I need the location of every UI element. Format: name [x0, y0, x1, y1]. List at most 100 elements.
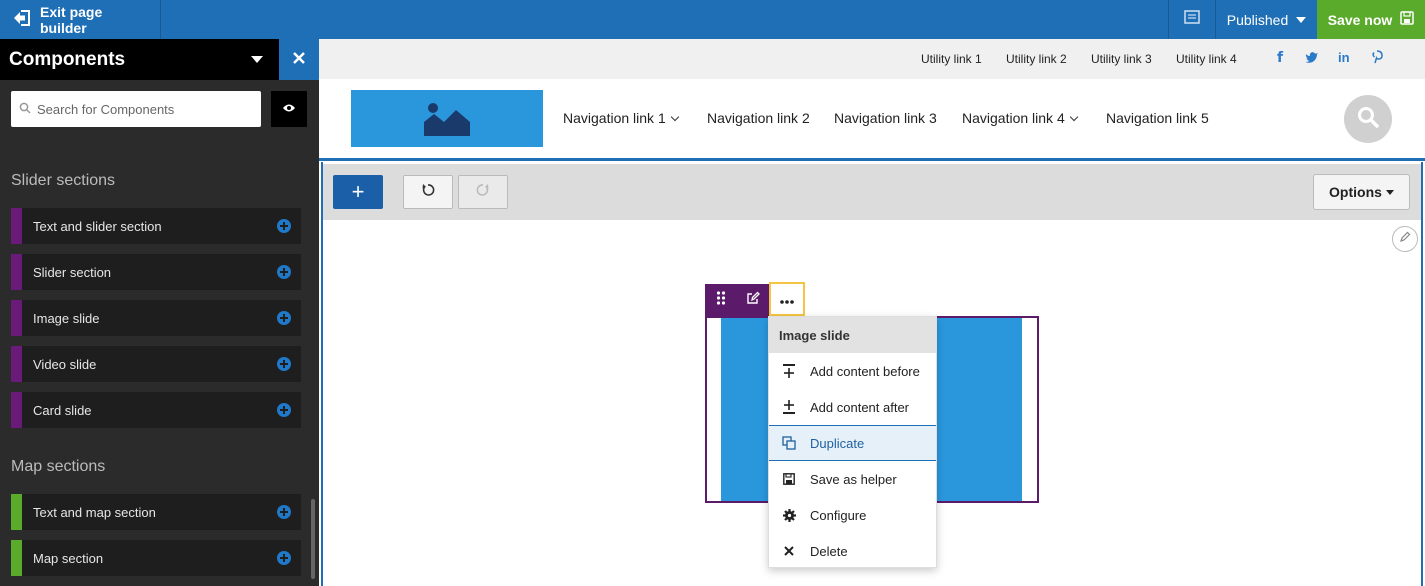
component-label: Image slide — [33, 310, 100, 326]
exit-page-builder-button[interactable]: Exit page builder — [0, 0, 161, 39]
component-label: Text and slider section — [33, 218, 162, 234]
add-component-icon[interactable] — [277, 265, 291, 279]
add-component-icon[interactable] — [277, 403, 291, 417]
nav-link-label: Navigation link 5 — [1106, 110, 1209, 126]
component-toolbar — [705, 282, 805, 316]
add-component-icon[interactable] — [277, 551, 291, 565]
component-item-video-slide[interactable]: Video slide — [11, 346, 301, 382]
components-sidebar: Components Search for Components Slider … — [0, 39, 319, 586]
add-component-icon[interactable] — [277, 357, 291, 371]
component-item-image-slide[interactable]: Image slide — [11, 300, 301, 336]
site-logo-placeholder[interactable] — [351, 90, 543, 147]
eye-icon — [282, 100, 296, 118]
component-color-swatch — [11, 300, 22, 336]
chevron-down-icon — [670, 112, 679, 121]
save-now-button[interactable]: Save now — [1317, 0, 1425, 39]
nav-link-3[interactable]: Navigation link 3 — [834, 110, 937, 126]
menu-item-label: Add content before — [810, 363, 920, 379]
nav-link-label: Navigation link 2 — [707, 110, 810, 126]
drag-handle-button[interactable] — [705, 284, 737, 316]
drag-handle-icon — [716, 290, 726, 310]
undo-button[interactable] — [403, 175, 453, 209]
save-as-helper-item[interactable]: Save as helper — [769, 461, 936, 497]
image-placeholder-icon — [424, 102, 470, 141]
menu-item-label: Add content after — [810, 399, 910, 415]
nav-link-4[interactable]: Navigation link 4 — [962, 110, 1078, 126]
pinterest-icon[interactable] — [1371, 50, 1383, 67]
utility-link-4[interactable]: Utility link 4 — [1176, 52, 1237, 66]
redo-button[interactable] — [458, 175, 508, 209]
component-item-map-section[interactable]: Map section — [11, 540, 301, 576]
site-search-button[interactable] — [1344, 95, 1392, 143]
close-sidebar-button[interactable] — [279, 39, 319, 80]
add-content-button[interactable]: + — [333, 175, 383, 209]
sidebar-title: Components — [9, 48, 126, 70]
insert-before-icon — [782, 364, 796, 378]
nav-link-label: Navigation link 1 — [563, 110, 666, 126]
search-icon — [1357, 106, 1379, 133]
add-component-icon[interactable] — [277, 219, 291, 233]
status-label: Published — [1226, 11, 1289, 28]
gear-icon — [782, 508, 796, 522]
delete-item[interactable]: Delete — [769, 533, 936, 569]
options-dropdown[interactable]: Options — [1313, 174, 1410, 210]
add-component-icon[interactable] — [277, 505, 291, 519]
site-navigation: Navigation link 1 Navigation link 2 Navi… — [319, 79, 1425, 161]
options-label: Options — [1329, 184, 1382, 200]
editor-toolbar: + Options — [323, 164, 1421, 220]
nav-link-label: Navigation link 3 — [834, 110, 937, 126]
save-icon — [782, 472, 796, 486]
top-bar: Exit page builder Published Save now — [0, 0, 1425, 39]
twitter-icon[interactable] — [1305, 50, 1319, 66]
component-label: Map section — [33, 550, 104, 566]
linkedin-icon[interactable]: in — [1338, 50, 1350, 65]
sidebar-scrollbar[interactable] — [311, 499, 315, 579]
utility-link-1[interactable]: Utility link 1 — [921, 52, 982, 66]
menu-item-label: Delete — [810, 543, 848, 559]
utility-link-3[interactable]: Utility link 3 — [1091, 52, 1152, 66]
close-icon — [293, 51, 305, 69]
add-content-after-item[interactable]: Add content after — [769, 389, 936, 425]
component-label: Card slide — [33, 402, 92, 418]
component-color-swatch — [11, 208, 22, 244]
component-item-text-and-map-section[interactable]: Text and map section — [11, 494, 301, 530]
facebook-icon[interactable]: f — [1277, 50, 1283, 66]
toggle-visibility-button[interactable] — [271, 91, 307, 127]
component-item-text-and-slider-section[interactable]: Text and slider section — [11, 208, 301, 244]
configure-item[interactable]: Configure — [769, 497, 936, 533]
group-title-slider-sections: Slider sections — [11, 172, 116, 189]
nav-link-1[interactable]: Navigation link 1 — [563, 110, 679, 126]
more-options-button[interactable] — [769, 282, 805, 316]
sidebar-header: Components — [0, 39, 319, 80]
sidebar-dropdown-caret-icon[interactable] — [251, 56, 263, 63]
add-component-icon[interactable] — [277, 311, 291, 325]
publish-status-dropdown[interactable]: Published — [1215, 0, 1317, 39]
component-context-menu: Image slide Add content before Add conte… — [768, 316, 937, 568]
group-title-map-sections: Map sections — [11, 458, 106, 475]
nav-link-2[interactable]: Navigation link 2 — [707, 110, 810, 126]
duplicate-item[interactable]: Duplicate — [769, 425, 936, 461]
component-label: Text and map section — [33, 504, 156, 520]
component-color-swatch — [11, 392, 22, 428]
redo-icon — [476, 183, 490, 202]
utility-link-2[interactable]: Utility link 2 — [1006, 52, 1067, 66]
component-color-swatch — [11, 346, 22, 382]
edit-icon — [746, 291, 760, 310]
context-menu-title: Image slide — [769, 317, 936, 353]
component-item-card-slide[interactable]: Card slide — [11, 392, 301, 428]
search-row: Search for Components — [11, 91, 307, 127]
nav-link-5[interactable]: Navigation link 5 — [1106, 110, 1209, 126]
search-icon — [19, 102, 31, 117]
edit-component-button[interactable] — [737, 284, 769, 316]
pencil-icon — [1399, 230, 1411, 248]
menu-item-label: Duplicate — [810, 435, 865, 451]
ellipsis-icon — [780, 291, 794, 307]
preview-button[interactable] — [1168, 0, 1215, 39]
chevron-down-icon — [1069, 112, 1078, 121]
component-item-slider-section[interactable]: Slider section — [11, 254, 301, 290]
edit-section-button[interactable] — [1392, 226, 1418, 252]
component-label: Video slide — [33, 356, 97, 372]
add-content-before-item[interactable]: Add content before — [769, 353, 936, 389]
component-search-input[interactable]: Search for Components — [11, 91, 261, 127]
